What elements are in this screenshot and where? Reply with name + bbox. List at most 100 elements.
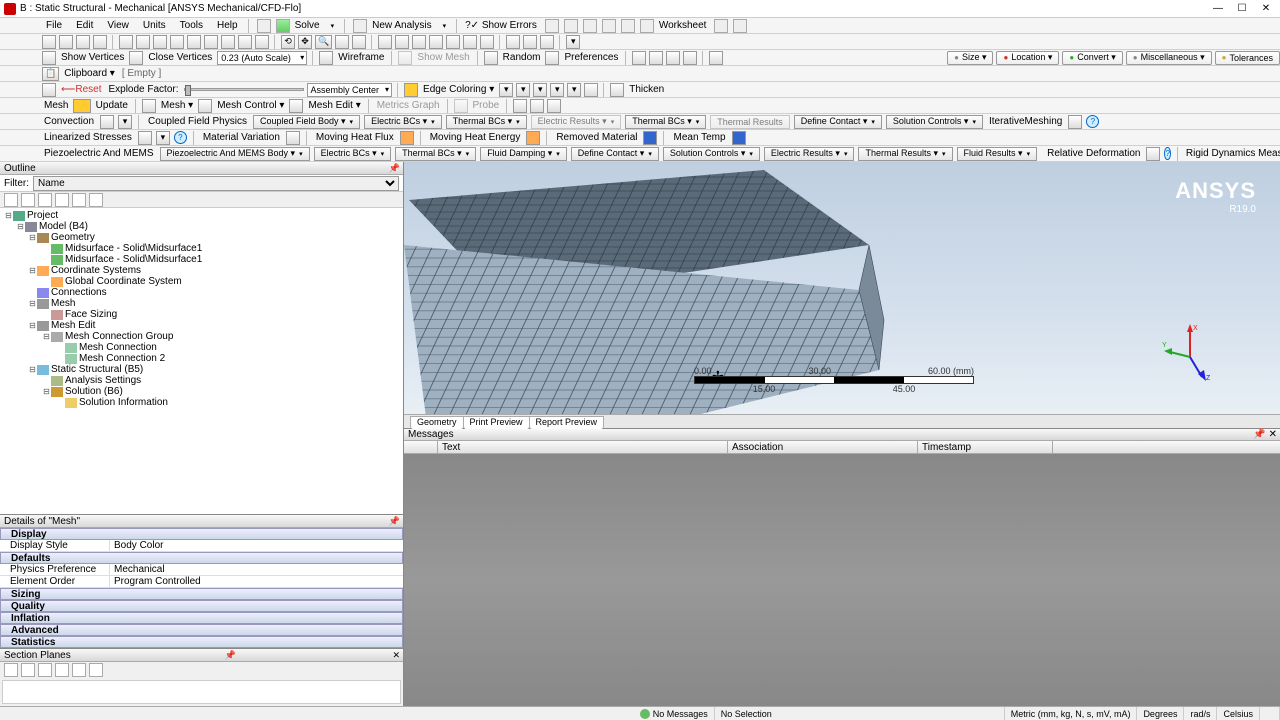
show-vert-icon[interactable] [42, 51, 56, 65]
tb-generic-1[interactable] [257, 19, 271, 33]
update-icon[interactable]: ⚡ [73, 99, 90, 113]
menu-units[interactable]: Units [137, 19, 172, 32]
ec6[interactable] [584, 83, 598, 97]
view-d1[interactable]: ▾ [566, 35, 580, 49]
piezo-body-dropdown[interactable]: Piezoelectric And MEMS Body ▾ [160, 147, 310, 161]
sel-b6[interactable] [204, 35, 218, 49]
sel-body[interactable] [93, 35, 107, 49]
element-order-value[interactable]: Program Controlled [110, 576, 403, 587]
view-b5[interactable] [446, 35, 460, 49]
mesh-extra-3[interactable] [547, 99, 561, 113]
tb-btn-d[interactable] [602, 19, 616, 33]
worksheet-button[interactable]: Worksheet [656, 20, 710, 31]
ec5[interactable]: ▾ [567, 83, 581, 97]
coupled-field-body-dropdown[interactable]: Coupled Field Body ▾ [253, 115, 360, 129]
view-b3[interactable] [412, 35, 426, 49]
im-b1[interactable] [1068, 115, 1082, 129]
solve-button[interactable]: Solve [292, 20, 323, 31]
msg-close-icon[interactable]: ✕ [1269, 429, 1277, 440]
moving-heat-energy[interactable]: Moving Heat Energy [428, 132, 523, 143]
menu-view[interactable]: View [101, 19, 135, 32]
solution-controls-dropdown-2[interactable]: Solution Controls ▾ [663, 147, 760, 161]
menu-file[interactable]: File [40, 19, 68, 32]
vb2[interactable] [649, 51, 663, 65]
size-dropdown[interactable]: Size ▾ [947, 51, 993, 65]
tab-print-preview[interactable]: Print Preview [463, 416, 530, 429]
mesh-edit-icon[interactable] [289, 99, 303, 113]
reset-button[interactable]: ⟵Reset [59, 84, 103, 95]
ot-b4[interactable] [55, 193, 69, 207]
view-b6[interactable] [463, 35, 477, 49]
tree-node[interactable]: Mesh Connection 2 [2, 353, 401, 364]
view-b2[interactable] [395, 35, 409, 49]
tree-node[interactable]: ⊟Geometry [2, 232, 401, 243]
show-errors-button[interactable]: ?✓ Show Errors [462, 20, 540, 31]
tree-node[interactable]: Midsurface - Solid\Midsurface1 [2, 254, 401, 265]
zoom-icon[interactable]: 🔍 [315, 35, 332, 49]
status-units[interactable]: Metric (mm, kg, N, s, mV, mA) [1005, 707, 1138, 720]
rigid-dynamics-measures[interactable]: Rigid Dynamics Measures [1184, 148, 1280, 159]
sel-face[interactable] [76, 35, 90, 49]
sel-b3[interactable] [153, 35, 167, 49]
tb-btn-b[interactable] [564, 19, 578, 33]
view-c2[interactable] [523, 35, 537, 49]
mesh-edit-dropdown[interactable]: Mesh Edit ▾ [306, 100, 362, 111]
tree-node[interactable]: ⊟Solution (B6) [2, 386, 401, 397]
view-c1[interactable] [506, 35, 520, 49]
sel-edge[interactable] [59, 35, 73, 49]
details-cat-advanced[interactable]: Advanced [0, 624, 403, 636]
edge-coloring-icon[interactable] [404, 83, 418, 97]
worksheet-icon[interactable] [640, 19, 654, 33]
sp-close-icon[interactable]: ✕ [392, 650, 400, 661]
mhe-icon[interactable] [526, 131, 540, 145]
mhf-icon[interactable] [400, 131, 414, 145]
zoom-fit-icon[interactable] [352, 35, 366, 49]
physics-pref-value[interactable]: Mechanical [110, 564, 403, 575]
vb5[interactable] [709, 51, 723, 65]
close-button[interactable]: ✕ [1260, 3, 1272, 15]
sel-vertex[interactable] [42, 35, 56, 49]
sp-b5[interactable] [72, 663, 86, 677]
filter-dropdown[interactable]: Name [33, 176, 399, 191]
define-contact-dropdown-1[interactable]: Define Contact ▾ [794, 115, 882, 129]
random-button[interactable]: Random [501, 52, 543, 63]
maximize-button[interactable]: ☐ [1236, 3, 1248, 15]
ls-b2[interactable]: ▾ [156, 131, 170, 145]
sel-b7[interactable] [221, 35, 235, 49]
status-rads[interactable]: rad/s [1184, 707, 1217, 720]
help-icon-1[interactable]: ? [1086, 115, 1099, 128]
ot-b6[interactable] [89, 193, 103, 207]
tree-node[interactable]: Global Coordinate System [2, 276, 401, 287]
tab-report-preview[interactable]: Report Preview [529, 416, 605, 429]
sel-b4[interactable] [170, 35, 184, 49]
orientation-triad[interactable]: X Y Z [1160, 322, 1220, 382]
ec2[interactable]: ▾ [516, 83, 530, 97]
new-analysis-icon[interactable] [353, 19, 367, 33]
minimize-button[interactable]: — [1212, 3, 1224, 15]
display-style-value[interactable]: Body Color [110, 540, 403, 551]
details-cat-sizing[interactable]: Sizing [0, 588, 403, 600]
view-c3[interactable] [540, 35, 554, 49]
sel-b5[interactable] [187, 35, 201, 49]
tree-node[interactable]: ⊟Mesh Edit [2, 320, 401, 331]
mv-b1[interactable] [286, 131, 300, 145]
fluid-damping-dropdown[interactable]: Fluid Damping ▾ [480, 147, 567, 161]
ot-b2[interactable] [21, 193, 35, 207]
tree-node[interactable]: ⊟Coordinate Systems [2, 265, 401, 276]
menu-edit[interactable]: Edit [70, 19, 99, 32]
details-cat-statistics[interactable]: Statistics [0, 636, 403, 648]
mesh-extra-2[interactable] [530, 99, 544, 113]
misc-dropdown[interactable]: Miscellaneous ▾ [1126, 51, 1212, 65]
menu-help[interactable]: Help [211, 19, 244, 32]
view-b4[interactable] [429, 35, 443, 49]
tree-node[interactable]: Solution Information [2, 397, 401, 408]
solution-controls-dropdown-1[interactable]: Solution Controls ▾ [886, 115, 983, 129]
sel-b2[interactable] [136, 35, 150, 49]
solve-icon[interactable] [276, 19, 290, 33]
tree-node[interactable]: Midsurface - Solid\Midsurface1 [2, 243, 401, 254]
assembly-dropdown[interactable]: Assembly Center [307, 83, 393, 97]
details-cat-quality[interactable]: Quality [0, 600, 403, 612]
thermal-bcs-dropdown-3[interactable]: Thermal BCs ▾ [395, 147, 476, 161]
tree-node[interactable]: ⊟Static Structural (B5) [2, 364, 401, 375]
vb1[interactable] [632, 51, 646, 65]
